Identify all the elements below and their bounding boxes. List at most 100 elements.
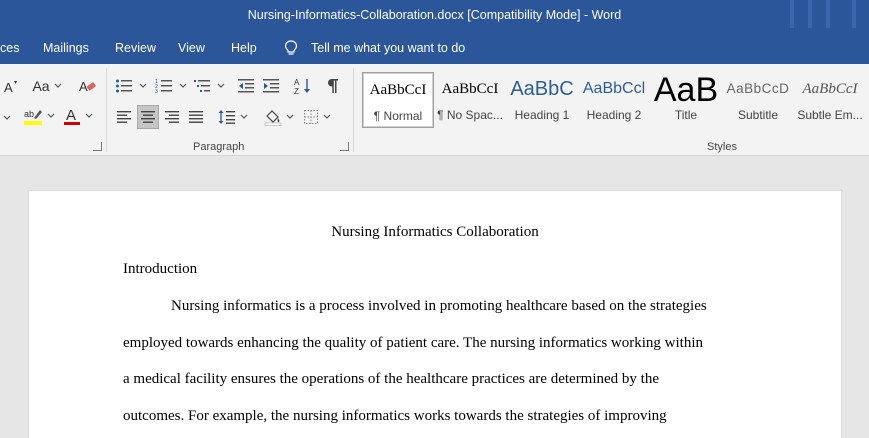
style-name: ¶ Normal <box>373 109 423 123</box>
style-heading-1[interactable]: AaBbC Heading 1 <box>506 72 578 128</box>
multilevel-list-icon <box>194 80 210 92</box>
shading-button[interactable] <box>262 105 296 129</box>
chevron-down-icon <box>217 83 225 88</box>
paint-bucket-icon <box>264 110 282 126</box>
borders-button[interactable] <box>300 105 334 129</box>
justify-button[interactable] <box>185 105 207 129</box>
style-sample: AaBbCcI <box>369 82 427 98</box>
align-right-icon <box>165 111 179 123</box>
increase-indent-icon <box>263 79 279 93</box>
style-name: Title <box>674 108 698 122</box>
style-heading-2[interactable]: AaBbCcl Heading 2 <box>578 72 650 128</box>
ribbon: A Aa A ab A 1 2 3 A Z Paragraph AaBbCcI … <box>0 64 869 156</box>
show-formatting-marks-button[interactable] <box>322 74 344 98</box>
window-title: Nursing-Informatics-Collaboration.docx [… <box>247 8 622 22</box>
title-bar-pattern <box>852 0 856 28</box>
tab-mailings[interactable]: Mailings <box>43 41 89 55</box>
tell-me-search[interactable]: Tell me what you want to do <box>311 41 465 55</box>
style-subtle-emphasis[interactable]: AaBbCcI Subtle Em... <box>794 72 866 128</box>
line-spacing-icon <box>218 110 235 124</box>
title-bar: Nursing-Informatics-Collaboration.docx [… <box>0 0 869 32</box>
sort-button[interactable]: A Z <box>292 74 314 98</box>
decrease-indent-button[interactable] <box>234 74 258 98</box>
change-case-button[interactable]: Aa <box>30 74 64 98</box>
svg-text:ab: ab <box>24 109 34 119</box>
chevron-down-icon <box>85 113 93 118</box>
chevron-down-icon <box>47 113 55 118</box>
style-sample: AaBbC <box>510 78 574 100</box>
numbering-icon: 1 2 3 <box>155 79 172 94</box>
style-sample: AaBbCcl <box>582 80 646 97</box>
title-bar-pattern <box>808 0 812 28</box>
chevron-down-icon <box>139 83 147 88</box>
style-subtitle[interactable]: AaBbCcD Subtitle <box>722 72 794 128</box>
style-normal[interactable]: AaBbCcI ¶ Normal <box>362 72 434 128</box>
document-page[interactable]: Nursing Informatics Collaboration Introd… <box>28 190 842 438</box>
font-color-button[interactable]: A <box>62 104 94 128</box>
style-name: Subtitle <box>737 108 779 122</box>
title-bar-pattern <box>790 0 794 28</box>
bullets-button[interactable] <box>114 74 148 98</box>
multilevel-list-button[interactable] <box>192 74 226 98</box>
chevron-down-icon <box>179 83 187 88</box>
svg-text:A: A <box>79 79 88 94</box>
paragraph-dialog-launcher[interactable] <box>340 142 349 151</box>
chevron-down-icon <box>323 114 331 119</box>
font-dialog-launcher[interactable] <box>93 142 102 151</box>
font-color-icon: A <box>64 107 80 125</box>
decrease-indent-icon <box>238 79 254 93</box>
body-line: outcomes. For example, the nursing infor… <box>123 408 667 424</box>
svg-text:A: A <box>66 107 76 124</box>
line-spacing-button[interactable] <box>216 105 250 129</box>
tab-review[interactable]: Review <box>115 41 156 55</box>
align-left-button[interactable] <box>113 105 135 129</box>
style-sample: AaBbCcI <box>802 81 858 97</box>
tab-references[interactable]: ces <box>0 41 19 55</box>
tab-view[interactable]: View <box>178 41 205 55</box>
increase-indent-button[interactable] <box>259 74 283 98</box>
chevron-down-icon <box>54 83 61 88</box>
bullets-icon <box>116 79 132 93</box>
body-line: a medical facility ensures the operation… <box>123 371 660 387</box>
svg-text:3: 3 <box>155 89 158 94</box>
chevron-down-icon <box>3 115 11 120</box>
pilcrow-icon <box>328 79 338 93</box>
shrink-font-icon: A <box>4 80 17 94</box>
font-dropdown-partial[interactable] <box>0 106 14 130</box>
body-line: Nursing informatics is a process involve… <box>171 298 707 314</box>
style-name: Subtle Em... <box>797 108 863 122</box>
styles-group-label: Styles <box>707 141 737 153</box>
change-case-label: Aa <box>32 78 50 94</box>
lightbulb-icon <box>284 40 298 55</box>
align-center-button[interactable] <box>137 105 159 129</box>
paragraph-group-label: Paragraph <box>193 141 245 153</box>
style-name: Heading 2 <box>586 108 642 122</box>
svg-text:A: A <box>294 78 300 87</box>
ribbon-tabs: ces Mailings Review View Help Tell me wh… <box>0 32 869 64</box>
tab-help[interactable]: Help <box>231 41 257 55</box>
clear-formatting-icon: A <box>79 79 96 94</box>
sort-icon: A Z <box>294 78 310 95</box>
group-separator <box>106 68 107 152</box>
chevron-down-icon <box>286 114 294 119</box>
body-line: employed towards enhancing the quality o… <box>123 335 703 351</box>
style-no-spacing[interactable]: AaBbCcI ¶ No Spac... <box>434 72 506 128</box>
highlight-swatch <box>24 121 42 125</box>
clear-formatting-button[interactable]: A <box>76 74 98 98</box>
svg-text:A: A <box>4 80 13 94</box>
group-separator <box>353 68 354 152</box>
style-title[interactable]: AaB Title <box>650 72 722 128</box>
document-title: Nursing Informatics Collaboration <box>331 224 539 240</box>
shrink-font-button[interactable]: A <box>2 74 20 98</box>
align-center-icon <box>141 111 155 123</box>
justify-icon <box>189 111 203 123</box>
align-right-button[interactable] <box>161 105 183 129</box>
style-sample: AaBbCcI <box>441 81 499 97</box>
style-sample: AaBbCcD <box>726 81 790 96</box>
highlight-color-button[interactable]: ab <box>22 104 56 128</box>
style-sample: AaB <box>653 72 719 106</box>
section-heading: Introduction <box>123 261 198 277</box>
borders-icon <box>304 110 318 124</box>
numbering-button[interactable]: 1 2 3 <box>154 74 188 98</box>
style-name: ¶ No Spac... <box>437 108 503 122</box>
